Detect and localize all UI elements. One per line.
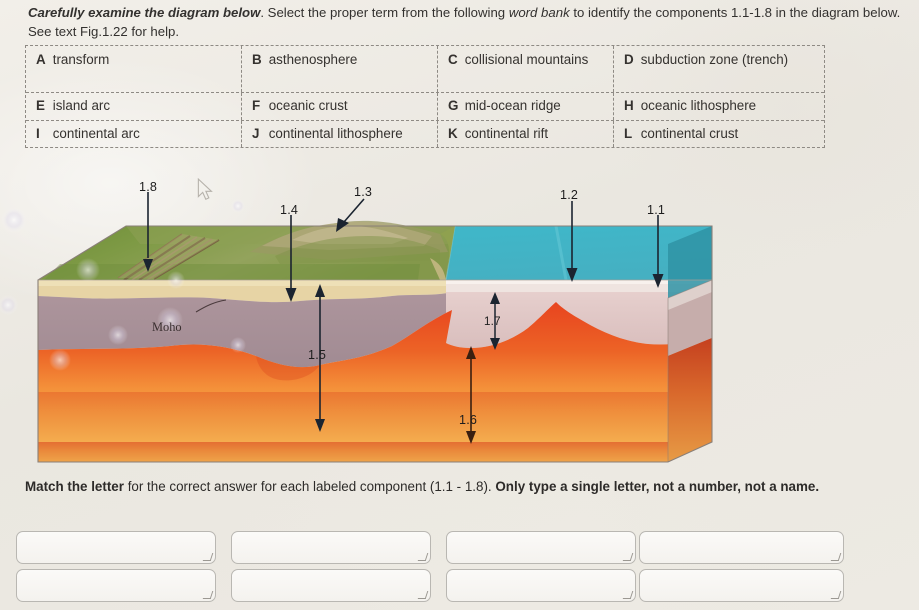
answer-field-1-1[interactable] [16,531,216,564]
answer-value-1-8 [640,570,843,577]
word-bank-cell-e: E island arc [26,93,242,120]
word-bank-letter-g: G [448,98,459,113]
resize-handle-icon[interactable] [205,554,213,562]
word-bank-cell-c: C collisional mountains [438,46,614,92]
word-bank-term-h: oceanic lithosphere [640,98,757,113]
word-bank-cell-d: D subduction zone (trench) [614,46,824,92]
word-bank-letter-l: L [624,126,633,141]
instructions-rest: . Select the proper term from the follow… [260,5,509,20]
match-bold-tail: Only type a single letter, not a number,… [495,479,820,494]
word-bank-letter-c: C [448,52,458,67]
answer-field-1-5[interactable] [16,569,216,602]
instructions-text: Carefully examine the diagram below. Sel… [28,4,904,41]
callout-label-1-1: 1.1 [647,203,666,217]
plate-tectonics-block-diagram: 1.8 1.4 1.3 1.2 1.1 1.5 1.7 1.6 Moho [0,160,919,470]
word-bank-letter-f: F [252,98,261,113]
resize-handle-icon[interactable] [833,554,841,562]
word-bank-cell-i: I continental arc [26,121,242,147]
word-bank-cell-h: H oceanic lithosphere [614,93,824,120]
block-right-face [668,226,712,462]
resize-handle-icon[interactable] [420,554,428,562]
word-bank-letter-d: D [624,52,634,67]
resize-handle-icon[interactable] [833,592,841,600]
answer-field-1-4[interactable] [639,531,844,564]
match-instructions: Match the letter for the correct answer … [25,477,895,497]
word-bank-row: I continental arc J continental lithosph… [26,120,824,147]
word-bank-letter-i: I [36,126,40,141]
callout-label-1-8: 1.8 [139,180,158,194]
word-bank: A transform B asthenosphere C collisiona… [25,45,825,148]
match-middle: for the correct answer for each labeled … [123,479,496,494]
word-bank-term-a: transform [52,52,110,67]
moho-label: Moho [152,320,182,334]
resize-handle-icon[interactable] [625,554,633,562]
word-bank-term-i: continental arc [52,126,140,141]
word-bank-letter-e: E [36,98,45,113]
word-bank-letter-k: K [448,126,458,141]
answer-field-1-3[interactable] [446,531,636,564]
word-bank-cell-a: A transform [26,46,242,92]
resize-handle-icon[interactable] [205,592,213,600]
callout-label-1-5: 1.5 [308,348,327,362]
word-bank-cell-l: L continental crust [614,121,824,147]
answer-value-1-3 [447,532,635,539]
block-body [0,199,713,463]
answer-field-1-6[interactable] [231,569,431,602]
word-bank-cell-j: J continental lithosphere [242,121,438,147]
word-bank-term-f: oceanic crust [268,98,348,113]
answer-field-1-7[interactable] [446,569,636,602]
word-bank-term-d: subduction zone (trench) [640,52,789,67]
word-bank-term-l: continental crust [640,126,739,141]
word-bank-row: A transform B asthenosphere C collisiona… [26,46,824,92]
answer-field-1-2[interactable] [231,531,431,564]
callout-label-1-7: 1.7 [484,315,501,328]
answer-field-1-8[interactable] [639,569,844,602]
answer-fields-group [16,531,906,603]
answer-value-1-7 [447,570,635,577]
instructions-wordbank-phrase: word bank [508,5,570,20]
callout-label-1-6: 1.6 [459,413,478,427]
callout-label-1-3: 1.3 [354,185,373,199]
word-bank-letter-h: H [624,98,634,113]
word-bank-letter-a: A [36,52,46,67]
word-bank-letter-b: B [252,52,262,67]
word-bank-term-b: asthenosphere [268,52,358,67]
resize-handle-icon[interactable] [420,592,428,600]
word-bank-term-g: mid-ocean ridge [464,98,561,113]
word-bank-cell-k: K continental rift [438,121,614,147]
answer-value-1-1 [17,532,215,539]
answer-value-1-5 [17,570,215,577]
word-bank-cell-b: B asthenosphere [242,46,438,92]
word-bank-term-c: collisional mountains [464,52,589,67]
word-bank-letter-j: J [252,126,260,141]
resize-handle-icon[interactable] [625,592,633,600]
word-bank-term-e: island arc [52,98,111,113]
word-bank-term-j: continental lithosphere [268,126,403,141]
word-bank-cell-f: F oceanic crust [242,93,438,120]
word-bank-row: E island arc F oceanic crust G mid-ocean… [26,92,824,120]
mouse-cursor-icon [197,178,213,201]
match-bold-lead: Match the letter [25,479,124,494]
answer-value-1-4 [640,532,843,539]
callout-label-1-4: 1.4 [280,203,299,217]
callout-label-1-2: 1.2 [560,188,579,202]
instructions-lead: Carefully examine the diagram below [28,5,261,20]
word-bank-term-k: continental rift [464,126,549,141]
answer-value-1-2 [232,532,430,539]
word-bank-cell-g: G mid-ocean ridge [438,93,614,120]
answer-value-1-6 [232,570,430,577]
